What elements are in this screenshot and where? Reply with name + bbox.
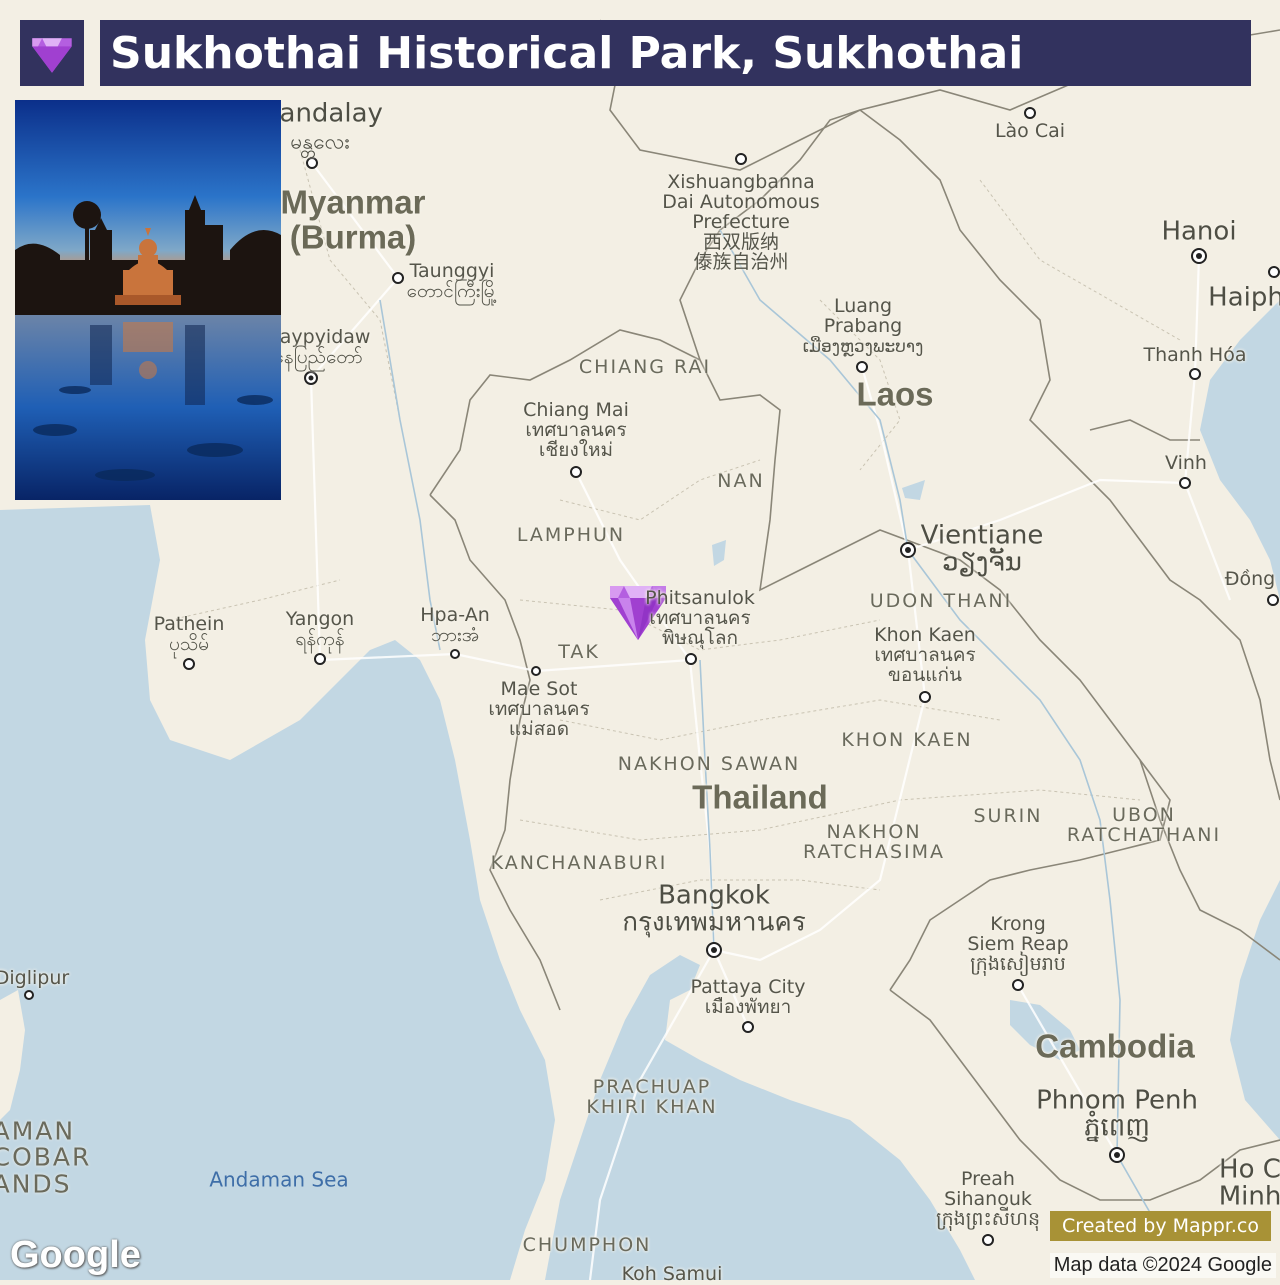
city-label-luang-prabang: Luang Prabang ເມືອງຫຼວງພະບາງ: [802, 295, 924, 357]
title-icon-box: [20, 20, 84, 86]
city-label-vinh: Vinh: [1165, 452, 1207, 475]
city-label-khon-kaen: Khon Kaen เทศบาลนคร ขอนแก่น: [874, 624, 976, 686]
city-label-diglipur: Diglipur: [0, 967, 70, 990]
city-label-phnom-penh: Phnom Penh ភ្នំពេញ: [1036, 1085, 1198, 1143]
country-label-thailand: Thailand: [692, 778, 828, 816]
city-label-yangon: Yangon ရန်ကုန်: [285, 608, 355, 650]
city-label-haiphong: Haiph: [1208, 282, 1280, 313]
province-label-nakhon-sawan: NAKHON SAWAN: [617, 753, 801, 776]
page-title: Sukhothai Historical Park, Sukhothai: [110, 27, 1024, 79]
map-attribution[interactable]: Map data ©2024 Google: [1049, 1253, 1276, 1278]
city-label-thanh-hoa: Thanh Hóa: [1143, 344, 1247, 367]
gem-icon: [32, 38, 72, 73]
province-label-surin: SURIN: [973, 805, 1043, 828]
city-label-lao-cai: Lào Cai: [994, 120, 1066, 143]
province-label-chumphon: CHUMPHON: [522, 1234, 652, 1257]
city-label-ho-chi-minh: Ho C Minh: [1218, 1154, 1280, 1212]
province-label-khon-kaen: KHON KAEN: [841, 729, 973, 752]
city-label-hpa-an: Hpa-An ဘားအံ: [420, 604, 490, 646]
city-label-naypyidaw: Naypyidaw နေပြည်တော်: [265, 326, 371, 368]
province-label-nakhon-ratchasima: NAKHON RATCHASIMA: [802, 821, 946, 863]
title-bar: Sukhothai Historical Park, Sukhothai: [100, 20, 1251, 86]
country-label-myanmar: Myanmar (Burma): [280, 183, 426, 255]
province-label-lamphun: LAMPHUN: [516, 524, 626, 547]
mappr-credit-badge[interactable]: Created by Mappr.co: [1050, 1211, 1271, 1241]
province-label-kanchanaburi: KANCHANABURI: [490, 852, 668, 875]
city-label-mae-sot: Mae Sot เทศบาลนคร แม่สอด: [488, 678, 590, 740]
city-label-dong-hoi: Đồng: [1224, 568, 1276, 591]
city-label-chiang-mai: Chiang Mai เทศบาลนคร เชียงใหม่: [523, 399, 629, 461]
city-label-hanoi: Hanoi: [1161, 216, 1237, 247]
google-logo: Google: [10, 1234, 141, 1276]
province-label-ubon-ratchathani: UBON RATCHATHANI: [1066, 804, 1222, 846]
city-label-vientiane: Vientiane ວຽງຈັນ: [920, 520, 1044, 578]
city-label-sihanoukville: Preah Sihanouk ក្រុងព្រះសីហនុ: [935, 1168, 1041, 1230]
province-label-chiang-rai: CHIANG RAI: [578, 356, 712, 379]
country-label-cambodia: Cambodia: [1035, 1027, 1195, 1065]
city-label-siem-reap: Krong Siem Reap ក្រុងសៀមរាប: [967, 913, 1069, 975]
sea-label-andaman: Andaman Sea: [209, 1167, 349, 1192]
city-label-pattaya: Pattaya City เมืองพัทยา: [690, 976, 806, 1018]
city-label-xishuangbanna: Xishuangbanna Dai Autonomous Prefecture 西双版…: [662, 171, 820, 273]
city-label-taunggyi: Taunggyi တောင်ကြီးမြို့: [406, 260, 498, 302]
region-label-andaman-nicobar: AMAN COBAR ANDS: [0, 1116, 92, 1199]
province-label-udon-thani: UDON THANI: [869, 590, 1013, 613]
city-label-bangkok: Bangkok กรุงเทพมหานคร: [622, 880, 806, 938]
landmark-photo: [15, 100, 281, 500]
city-label-pathein: Pathein ပုသိမ်: [153, 613, 225, 655]
province-label-tak: TAK: [558, 641, 600, 664]
country-label-laos: Laos: [856, 375, 934, 413]
province-label-nan: NAN: [717, 470, 765, 493]
city-label-koh-samui: Koh Samui: [621, 1263, 723, 1285]
city-label-phitsanulok: Phitsanulok เทศบาลนคร พิษณุโลก: [645, 587, 755, 649]
province-label-prachuap-khiri-khan: PRACHUAP KHIRI KHAN: [586, 1076, 718, 1118]
